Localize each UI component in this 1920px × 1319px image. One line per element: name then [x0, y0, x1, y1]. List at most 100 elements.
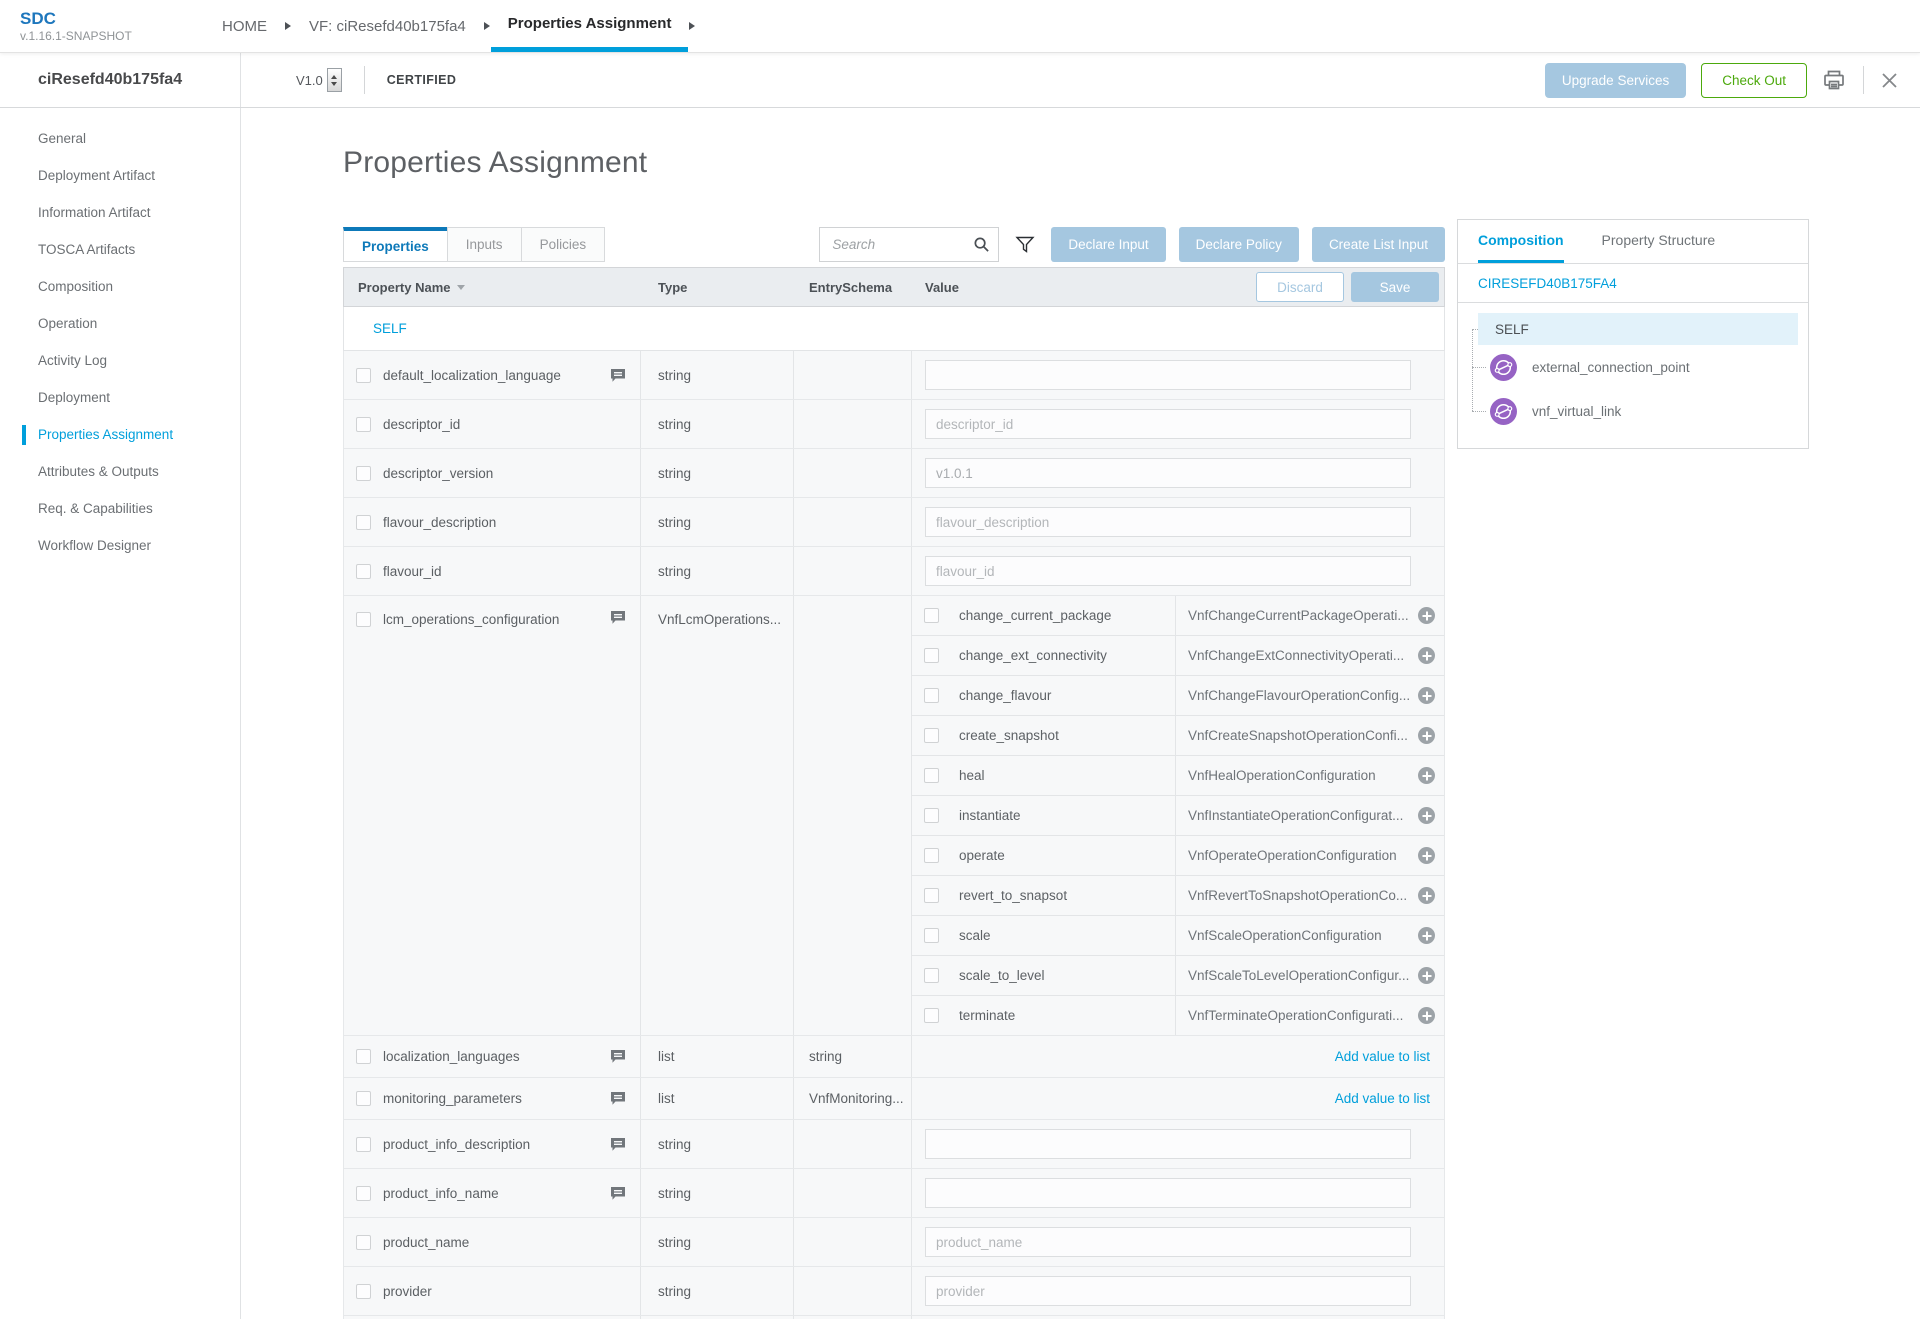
sidebar-item[interactable]: Properties Assignment: [0, 416, 240, 453]
row-checkbox[interactable]: [356, 515, 371, 530]
sidebar-item[interactable]: Activity Log: [0, 342, 240, 379]
sidebar-item-label: Properties Assignment: [38, 427, 173, 442]
comment-icon[interactable]: [610, 1186, 626, 1201]
discard-button[interactable]: Discard: [1256, 272, 1344, 302]
comment-icon[interactable]: [610, 1049, 626, 1064]
nested-properties: change_current_package VnfChangeCurrentP…: [912, 596, 1444, 1035]
nested-row-checkbox[interactable]: [924, 688, 939, 703]
comment-icon[interactable]: [610, 610, 626, 625]
expand-plus-icon[interactable]: [1418, 607, 1435, 624]
nested-row-checkbox[interactable]: [924, 648, 939, 663]
comment-icon[interactable]: [610, 1091, 626, 1106]
nested-row-checkbox[interactable]: [924, 728, 939, 743]
sidebar-item[interactable]: General: [0, 120, 240, 157]
expand-plus-icon[interactable]: [1418, 967, 1435, 984]
nested-row-checkbox[interactable]: [924, 968, 939, 983]
property-type-cell: list: [641, 1078, 794, 1119]
sidebar-item[interactable]: Req. & Capabilities: [0, 490, 240, 527]
panel-tab[interactable]: Composition: [1478, 220, 1564, 263]
value-input[interactable]: [925, 1178, 1411, 1208]
sidebar-item[interactable]: Deployment: [0, 379, 240, 416]
expand-plus-icon[interactable]: [1418, 1007, 1435, 1024]
tree-item[interactable]: vnf_virtual_link: [1458, 389, 1808, 433]
breadcrumb-item[interactable]: VF: ciResefd40b175fa4: [292, 0, 483, 52]
sidebar-item[interactable]: Attributes & Outputs: [0, 453, 240, 490]
search-input[interactable]: [819, 227, 999, 262]
save-button[interactable]: Save: [1351, 272, 1439, 302]
nested-property-name: instantiate: [959, 808, 1021, 823]
value-input[interactable]: [925, 1227, 1411, 1257]
filter-icon[interactable]: [1015, 234, 1035, 255]
sidebar-item[interactable]: TOSCA Artifacts: [0, 231, 240, 268]
breadcrumb-item[interactable]: Properties Assignment: [491, 0, 689, 52]
version-selector[interactable]: V1.0: [296, 53, 342, 107]
tab[interactable]: Properties: [343, 227, 448, 262]
component-name-link[interactable]: CIRESEFD40B175FA4: [1458, 264, 1808, 303]
value-input[interactable]: [925, 1276, 1411, 1306]
row-checkbox[interactable]: [356, 466, 371, 481]
sidebar-item[interactable]: Composition: [0, 268, 240, 305]
nested-row-checkbox[interactable]: [924, 1008, 939, 1023]
expand-plus-icon[interactable]: [1418, 807, 1435, 824]
row-checkbox[interactable]: [356, 417, 371, 432]
value-input[interactable]: [925, 409, 1411, 439]
sidebar-item[interactable]: Deployment Artifact: [0, 157, 240, 194]
close-icon[interactable]: [1881, 72, 1898, 89]
nested-row-checkbox[interactable]: [924, 848, 939, 863]
declare-policy-button[interactable]: Declare Policy: [1179, 227, 1299, 262]
value-input[interactable]: [925, 360, 1411, 390]
sidebar-item[interactable]: Workflow Designer: [0, 527, 240, 564]
value-input[interactable]: [925, 556, 1411, 586]
tree-item[interactable]: external_connection_point: [1458, 345, 1808, 389]
upgrade-services-button[interactable]: Upgrade Services: [1545, 63, 1686, 98]
version-dropdown-icon[interactable]: [327, 68, 342, 92]
create-list-input-button[interactable]: Create List Input: [1312, 227, 1445, 262]
comment-icon[interactable]: [610, 368, 626, 383]
add-value-to-list-link[interactable]: Add value to list: [1335, 1091, 1430, 1106]
declare-input-button[interactable]: Declare Input: [1051, 227, 1165, 262]
nested-row-checkbox[interactable]: [924, 928, 939, 943]
check-out-button[interactable]: Check Out: [1701, 63, 1807, 98]
value-input[interactable]: [925, 507, 1411, 537]
expand-plus-icon[interactable]: [1418, 727, 1435, 744]
sidebar-item[interactable]: Operation: [0, 305, 240, 342]
column-property-name[interactable]: Property Name: [344, 268, 641, 306]
tree-item-self[interactable]: SELF: [1478, 313, 1798, 345]
value-input[interactable]: [925, 458, 1411, 488]
panel-tab[interactable]: Property Structure: [1602, 220, 1716, 263]
nested-row-checkbox[interactable]: [924, 768, 939, 783]
nested-row-checkbox[interactable]: [924, 608, 939, 623]
row-checkbox[interactable]: [356, 564, 371, 579]
entry-schema-cell: [794, 498, 912, 546]
row-checkbox[interactable]: [356, 1137, 371, 1152]
print-icon[interactable]: [1822, 68, 1846, 92]
row-checkbox[interactable]: [356, 1186, 371, 1201]
value-input[interactable]: [925, 1129, 1411, 1159]
row-checkbox[interactable]: [356, 1049, 371, 1064]
expand-plus-icon[interactable]: [1418, 927, 1435, 944]
table-row: descriptor_version string: [343, 449, 1445, 498]
row-checkbox[interactable]: [356, 1284, 371, 1299]
expand-plus-icon[interactable]: [1418, 647, 1435, 664]
sdc-logo[interactable]: SDC v.1.16.1-SNAPSHOT: [20, 0, 205, 52]
expand-plus-icon[interactable]: [1418, 767, 1435, 784]
nested-property-name: change_current_package: [959, 608, 1111, 623]
search-box: [819, 227, 999, 262]
tab[interactable]: Inputs: [447, 227, 522, 262]
comment-icon[interactable]: [610, 1137, 626, 1152]
tab[interactable]: Policies: [521, 227, 606, 262]
expand-plus-icon[interactable]: [1418, 847, 1435, 864]
row-checkbox[interactable]: [356, 612, 371, 627]
breadcrumb-item[interactable]: HOME: [205, 0, 284, 52]
sidebar-item[interactable]: Information Artifact: [0, 194, 240, 231]
nested-row-checkbox[interactable]: [924, 888, 939, 903]
expand-plus-icon[interactable]: [1418, 887, 1435, 904]
entry-schema-cell: [794, 449, 912, 497]
add-value-to-list-link[interactable]: Add value to list: [1335, 1049, 1430, 1064]
expand-plus-icon[interactable]: [1418, 687, 1435, 704]
row-checkbox[interactable]: [356, 368, 371, 383]
row-checkbox[interactable]: [356, 1235, 371, 1250]
row-checkbox[interactable]: [356, 1091, 371, 1106]
nested-type-cell: VnfScaleToLevelOperationConfigur...: [1176, 956, 1444, 995]
nested-row-checkbox[interactable]: [924, 808, 939, 823]
